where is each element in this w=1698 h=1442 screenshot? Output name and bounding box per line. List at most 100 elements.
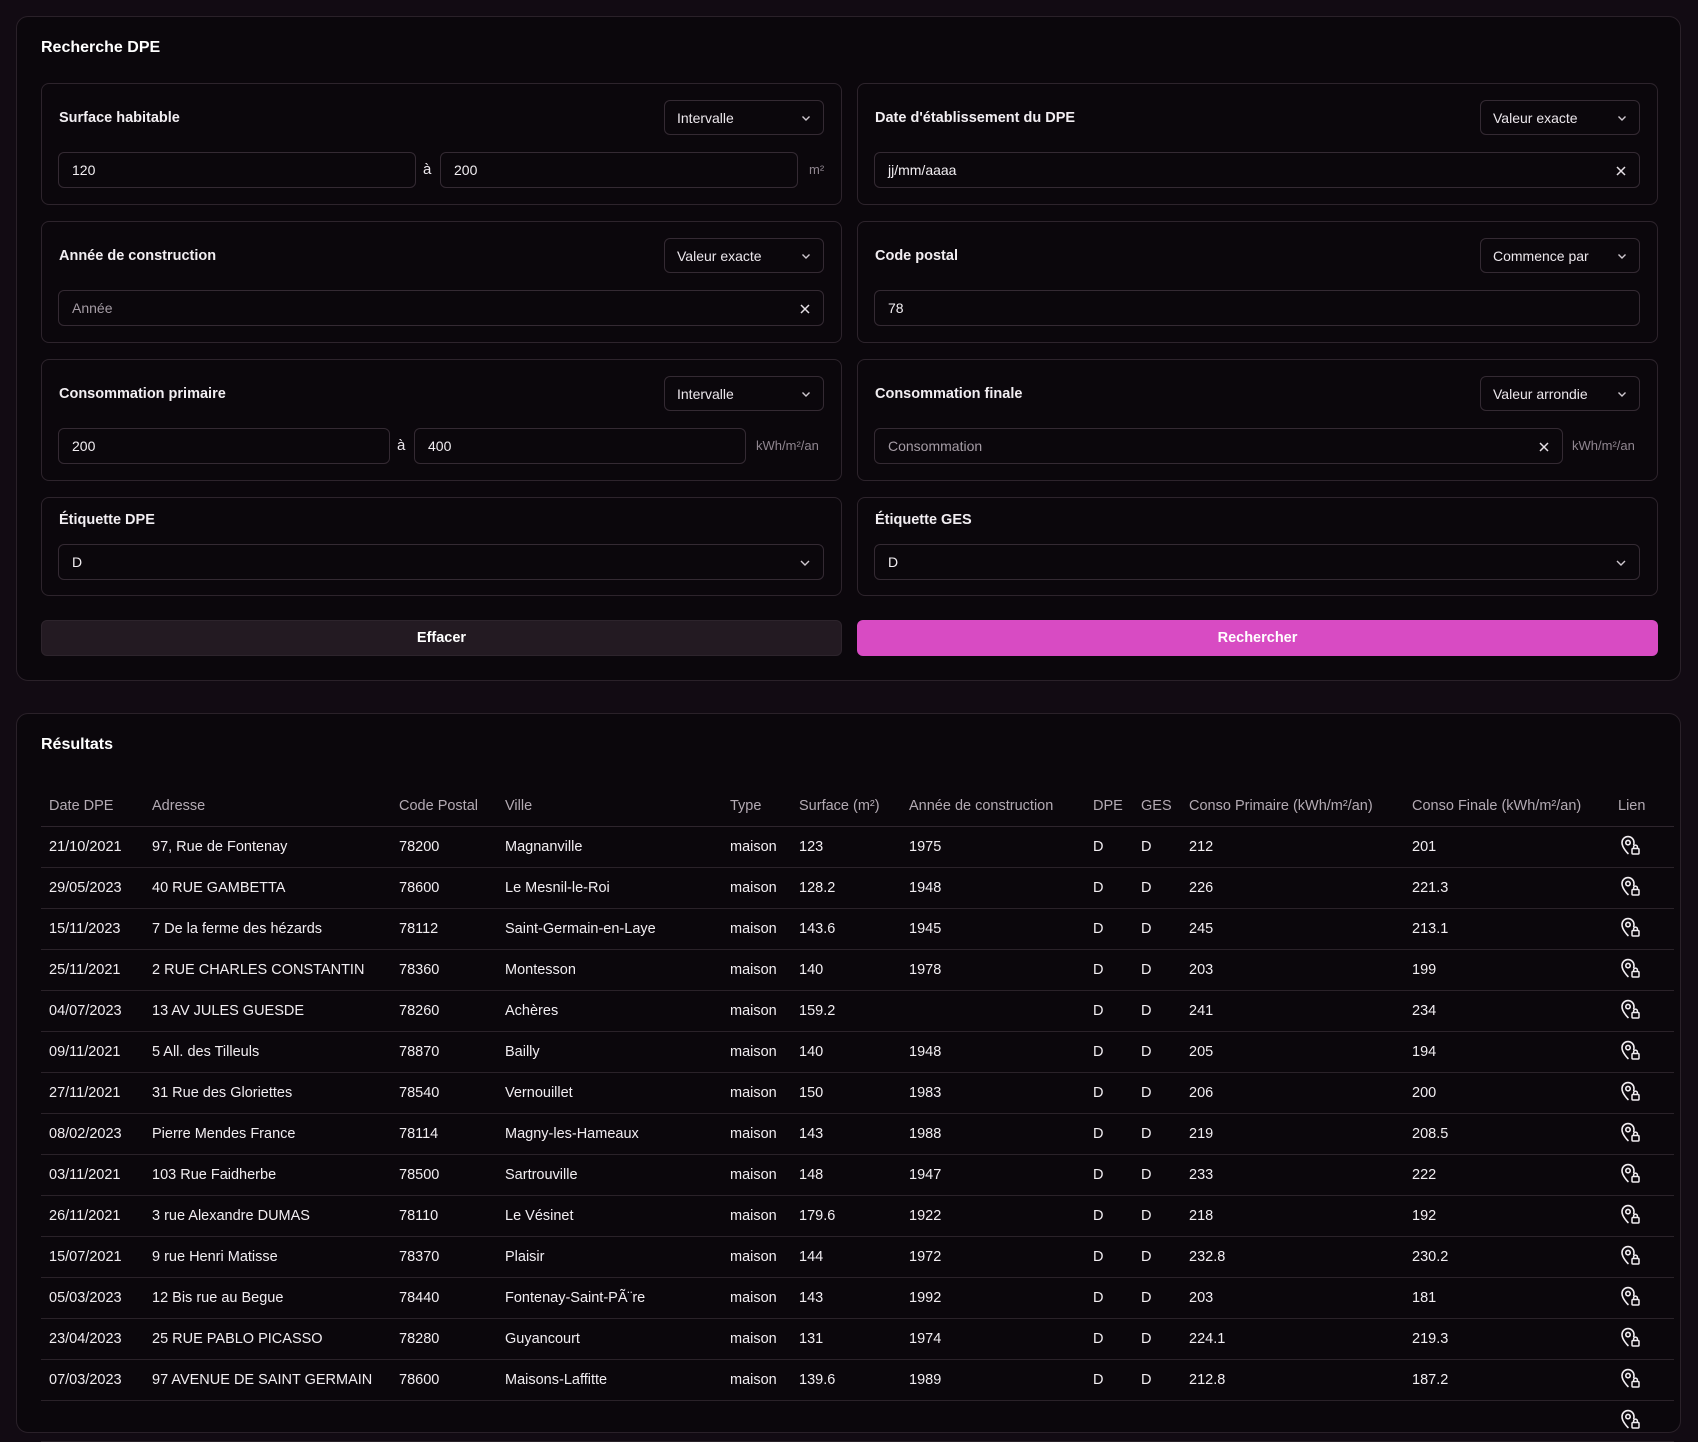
annee-filter: Année de construction Valeur exacte Anné…	[41, 221, 842, 343]
clear-icon[interactable]	[799, 302, 811, 314]
table-cell: 1974	[901, 1318, 1085, 1360]
surface-min-input[interactable]: 120	[58, 152, 416, 188]
conso-primaire-min-value: 200	[72, 438, 96, 454]
table-row[interactable]: 27/11/2021 31 Rue des Gloriettes 78540 Vern…	[41, 1072, 1674, 1114]
table-row[interactable]: 05/03/2023 12 Bis rue au Begue 78440 Fonten…	[41, 1277, 1674, 1319]
table-row[interactable]: 15/07/2021 9 rue Henri Matisse 78370 Plaisi…	[41, 1236, 1674, 1278]
search-button[interactable]: Rechercher	[857, 620, 1658, 656]
table-row[interactable]: 25/11/2021 2 RUE CHARLES CONSTANTIN 78360 M…	[41, 949, 1674, 991]
table-row[interactable]: 04/07/2023 13 AV JULES GUESDE 78260 Achères…	[41, 990, 1674, 1032]
code-postal-mode-select[interactable]: Commence par	[1480, 238, 1640, 273]
table-cell: 199	[1404, 949, 1610, 991]
table-cell: D	[1085, 826, 1133, 868]
table-cell	[1133, 1400, 1181, 1442]
clear-button[interactable]: Effacer	[41, 620, 842, 656]
table-cell: Pierre Mendes France	[144, 1113, 391, 1155]
table-cell: 200	[1404, 1072, 1610, 1114]
code-postal-label: Code postal	[875, 248, 958, 264]
table-row[interactable]: 08/02/2023 Pierre Mendes France 78114 Magny…	[41, 1113, 1674, 1155]
date-mode-select[interactable]: Valeur exacte	[1480, 100, 1640, 135]
conso-finale-input[interactable]: Consommation	[874, 428, 1563, 464]
table-cell: 04/07/2023	[41, 990, 144, 1032]
table-cell: 78114	[391, 1113, 497, 1155]
conso-finale-filter: Consommation finale Valeur arrondie Cons…	[857, 359, 1658, 481]
etiquette-dpe-select[interactable]: D	[58, 544, 824, 580]
location-pin-lock-icon[interactable]	[1618, 1366, 1642, 1390]
location-pin-lock-icon[interactable]	[1618, 1202, 1642, 1226]
table-row[interactable]: 29/05/2023 40 RUE GAMBETTA 78600 Le Mesnil-…	[41, 867, 1674, 909]
table-cell: 245	[1181, 908, 1404, 950]
location-pin-lock-icon[interactable]	[1618, 1120, 1642, 1144]
location-pin-lock-icon[interactable]	[1618, 1243, 1642, 1267]
table-cell: 213.1	[1404, 908, 1610, 950]
conso-primaire-max-input[interactable]: 400	[414, 428, 746, 464]
location-pin-lock-icon[interactable]	[1618, 1038, 1642, 1062]
etiquette-ges-select[interactable]: D	[874, 544, 1640, 580]
table-cell: 205	[1181, 1031, 1404, 1073]
table-cell: 203	[1181, 949, 1404, 991]
table-cell: 78500	[391, 1154, 497, 1196]
table-cell: maison	[722, 1031, 791, 1073]
etiquette-ges-value: D	[888, 554, 899, 570]
location-pin-lock-icon[interactable]	[1618, 874, 1642, 898]
location-pin-lock-icon[interactable]	[1618, 997, 1642, 1021]
table-cell: 201	[1404, 826, 1610, 868]
chevron-down-icon	[1617, 113, 1627, 123]
clear-icon[interactable]	[1615, 164, 1627, 176]
clear-icon[interactable]	[1538, 440, 1550, 452]
location-pin-lock-icon[interactable]	[1618, 1161, 1642, 1185]
table-row[interactable]: 09/11/2021 5 All. des Tilleuls 78870 Bailly…	[41, 1031, 1674, 1073]
column-header: GES	[1133, 785, 1181, 827]
location-pin-lock-icon[interactable]	[1618, 1407, 1642, 1431]
table-cell: 230.2	[1404, 1236, 1610, 1278]
table-cell: 222	[1404, 1154, 1610, 1196]
table-row[interactable]	[41, 1400, 1674, 1442]
conso-primaire-mode-select[interactable]: Intervalle	[664, 376, 824, 411]
surface-max-input[interactable]: 200	[440, 152, 798, 188]
table-cell: 78360	[391, 949, 497, 991]
table-row[interactable]: 15/11/2023 7 De la ferme des hézards 78112…	[41, 908, 1674, 950]
results-panel: Résultats Date DPE Adresse Code Postal Vill…	[16, 713, 1681, 1442]
table-cell: maison	[722, 1072, 791, 1114]
location-pin-lock-icon[interactable]	[1618, 956, 1642, 980]
location-pin-lock-icon[interactable]	[1618, 915, 1642, 939]
annee-mode-select[interactable]: Valeur exacte	[664, 238, 824, 273]
location-pin-lock-icon[interactable]	[1618, 1284, 1642, 1308]
location-pin-lock-icon[interactable]	[1618, 1079, 1642, 1103]
table-cell: 1972	[901, 1236, 1085, 1278]
annee-input[interactable]: Année	[58, 290, 824, 326]
table-cell: 1948	[901, 867, 1085, 909]
table-row[interactable]: 26/11/2021 3 rue Alexandre DUMAS 78110 Le V…	[41, 1195, 1674, 1237]
table-cell: D	[1133, 1113, 1181, 1155]
date-input[interactable]: jj/mm/aaaa	[874, 152, 1640, 188]
table-cell: 78112	[391, 908, 497, 950]
table-cell: 232.8	[1181, 1236, 1404, 1278]
code-postal-input[interactable]: 78	[874, 290, 1640, 326]
table-cell: D	[1085, 1072, 1133, 1114]
table-cell-link	[1610, 949, 1674, 991]
table-cell: D	[1133, 990, 1181, 1032]
table-cell: Plaisir	[497, 1236, 722, 1278]
table-cell: 09/11/2021	[41, 1031, 144, 1073]
location-pin-lock-icon[interactable]	[1618, 1325, 1642, 1349]
table-cell: Saint-Germain-en-Laye	[497, 908, 722, 950]
table-row[interactable]: 07/03/2023 97 AVENUE DE SAINT GERMAIN 7860…	[41, 1359, 1674, 1401]
table-row[interactable]: 21/10/2021 97, Rue de Fontenay 78200 Magnan…	[41, 826, 1674, 868]
table-cell: 1983	[901, 1072, 1085, 1114]
conso-primaire-min-input[interactable]: 200	[58, 428, 390, 464]
table-cell: 3 rue Alexandre DUMAS	[144, 1195, 391, 1237]
table-cell	[722, 1400, 791, 1442]
table-cell: 12 Bis rue au Begue	[144, 1277, 391, 1319]
location-pin-lock-icon[interactable]	[1618, 833, 1642, 857]
table-cell: maison	[722, 1277, 791, 1319]
table-cell: 221.3	[1404, 867, 1610, 909]
conso-finale-mode-select[interactable]: Valeur arrondie	[1480, 376, 1640, 411]
table-cell: D	[1085, 867, 1133, 909]
range-separator: à	[397, 437, 406, 454]
chevron-down-icon	[801, 389, 811, 399]
table-cell: 2 RUE CHARLES CONSTANTIN	[144, 949, 391, 991]
table-row[interactable]: 03/11/2021 103 Rue Faidherbe 78500 Sartrouv…	[41, 1154, 1674, 1196]
table-cell: 27/11/2021	[41, 1072, 144, 1114]
surface-mode-select[interactable]: Intervalle	[664, 100, 824, 135]
table-row[interactable]: 23/04/2023 25 RUE PABLO PICASSO 78280 Guyan…	[41, 1318, 1674, 1360]
